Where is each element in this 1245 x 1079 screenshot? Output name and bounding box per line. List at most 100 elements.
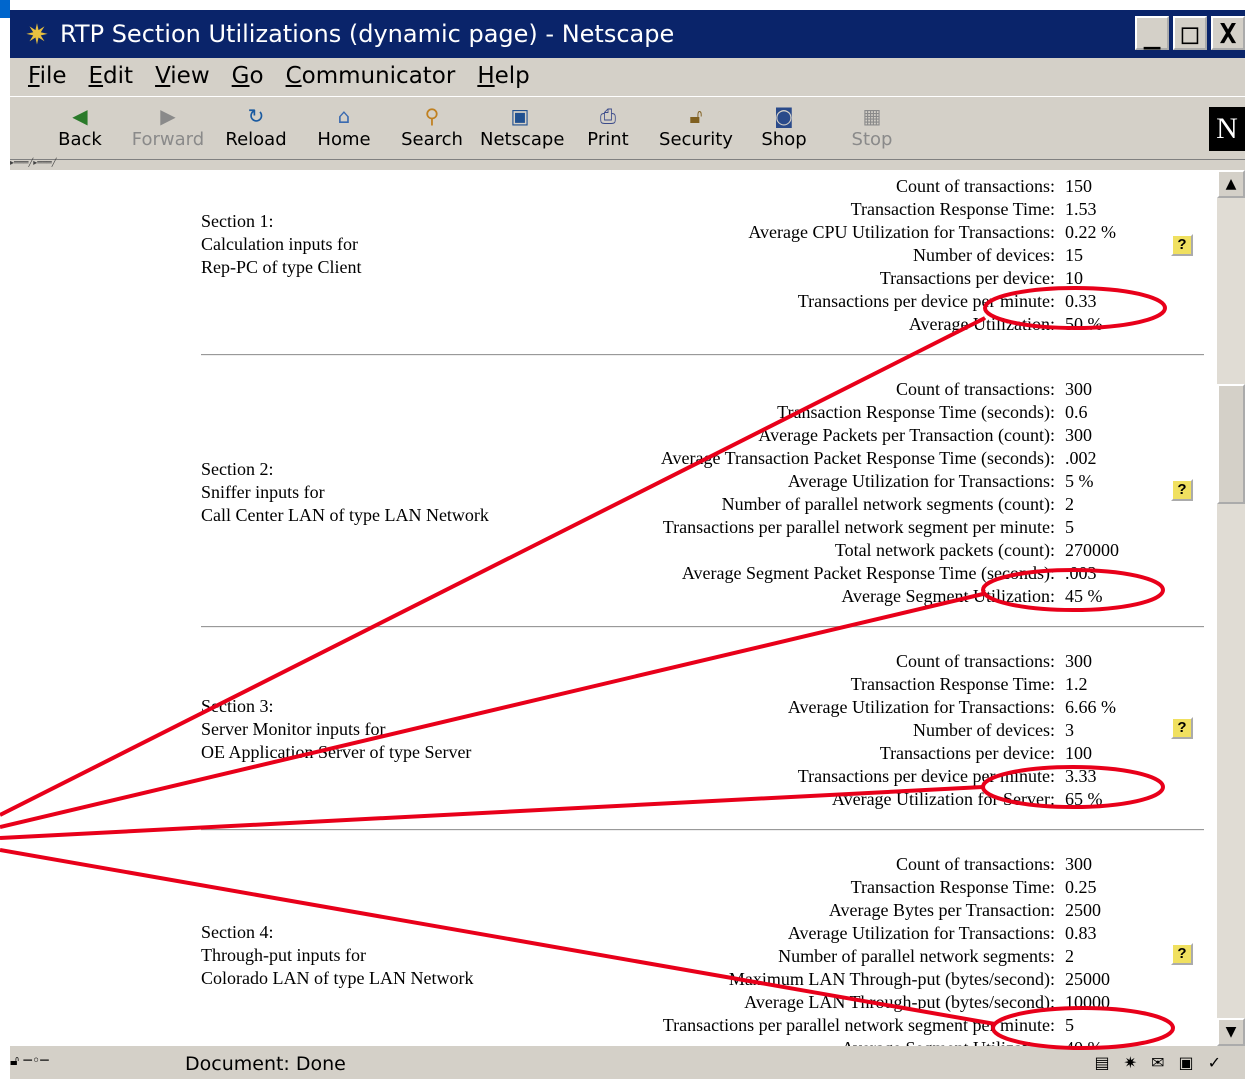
field-value: 300: [1065, 854, 1092, 874]
netscape-button[interactable]: ▣ Netscape: [480, 103, 564, 150]
back-arrow-icon: ◀: [72, 104, 88, 128]
field-label: Average Utilization for Transactions:: [787, 471, 1055, 491]
field-label: Number of parallel network segments:: [778, 946, 1055, 966]
field-label: Maximum LAN Through-put (bytes/second):: [728, 969, 1055, 989]
field-label: Average Utilization for Transactions:: [787, 923, 1055, 943]
vertical-scrollbar[interactable]: ▲ ▼: [1217, 170, 1245, 1046]
status-text: Document: Done: [185, 1053, 346, 1075]
back-button[interactable]: ◀ Back: [40, 103, 120, 150]
search-button[interactable]: ⚲ Search: [392, 103, 472, 150]
field-label: Count of transactions:: [896, 854, 1055, 874]
field-value: 6.66 %: [1065, 697, 1116, 717]
minimize-button[interactable]: _: [1135, 16, 1169, 50]
home-icon: ⌂: [337, 104, 351, 128]
field-label: Transactions per device per minute:: [797, 291, 1055, 311]
field-label: Average Segment Utilization:: [841, 1037, 1055, 1046]
toolbar-collapse-tabs[interactable]: ▸═══╱▸═══╱: [10, 158, 110, 168]
field-label: Transactions per device per minute:: [797, 766, 1055, 786]
slide-corner-mark: [0, 0, 10, 18]
field-value: 50 %: [1065, 314, 1103, 334]
field-value: 40 %: [1065, 1037, 1103, 1046]
help-icon[interactable]: ?: [1171, 479, 1193, 501]
field-value: 5 %: [1065, 471, 1094, 491]
page-content: Section 1: Calculation inputs for Rep-PC o…: [10, 170, 1217, 1046]
field-value: 0.6: [1065, 402, 1088, 422]
section-divider: [201, 829, 1204, 831]
field-value: 0.83: [1065, 923, 1097, 943]
scroll-up-button[interactable]: ▲: [1217, 170, 1245, 198]
menu-go[interactable]: Go: [232, 63, 264, 89]
field-value: 2500: [1065, 900, 1101, 920]
menu-file[interactable]: File: [28, 63, 67, 89]
browser-window: ✷ RTP Section Utilizations (dynamic page…: [10, 10, 1245, 1079]
menu-view[interactable]: View: [155, 63, 210, 89]
component-bar-icons[interactable]: ▤✷✉▣✓: [1095, 1053, 1235, 1072]
maximize-button[interactable]: □: [1173, 16, 1207, 50]
stop-button[interactable]: ▦ Stop: [832, 103, 912, 150]
menu-bar: File Edit View Go Communicator Help: [10, 58, 1245, 94]
field-label: Count of transactions:: [896, 379, 1055, 399]
field-label: Transactions per parallel network segmen…: [662, 517, 1055, 537]
field-value: 300: [1065, 425, 1092, 445]
security-button[interactable]: 🔓︎ Security: [656, 103, 736, 150]
section-divider: [201, 354, 1204, 356]
stop-icon: ▦: [862, 104, 882, 128]
field-label: Number of parallel network segments (cou…: [721, 494, 1055, 514]
security-status-icon[interactable]: 🔓︎ ─◦─: [10, 1053, 80, 1077]
field-value: 10000: [1065, 992, 1110, 1012]
field-value: 3: [1065, 720, 1074, 740]
field-label: Total network packets (count):: [834, 540, 1055, 560]
field-label: Average Segment Utilization:: [841, 586, 1055, 606]
netscape-app-icon: ✷: [25, 17, 49, 51]
field-label: Average Packets per Transaction (count):: [758, 425, 1055, 445]
field-value: 2: [1065, 494, 1074, 514]
field-label: Average Transaction Packet Response Time…: [660, 448, 1055, 468]
field-label: Transaction Response Time:: [850, 674, 1055, 694]
menu-edit[interactable]: Edit: [89, 63, 134, 89]
home-button[interactable]: ⌂ Home: [304, 103, 384, 150]
field-value: 1.53: [1065, 199, 1097, 219]
field-label: Average Bytes per Transaction:: [828, 900, 1055, 920]
field-label: Average Segment Packet Response Time (se…: [681, 563, 1055, 583]
field-value: 0.22 %: [1065, 222, 1116, 242]
field-label: Count of transactions:: [896, 651, 1055, 671]
field-value: 0.25: [1065, 877, 1097, 897]
field-label: Number of devices:: [913, 720, 1055, 740]
field-label: Transactions per device:: [879, 268, 1055, 288]
padlock-icon: 🔓︎: [689, 104, 703, 128]
print-button[interactable]: ⎙ Print: [568, 103, 648, 150]
field-value: 300: [1065, 651, 1092, 671]
reload-button[interactable]: ↻ Reload: [216, 103, 296, 150]
field-value: 5: [1065, 1015, 1074, 1035]
field-value: 0.33: [1065, 291, 1097, 311]
search-icon: ⚲: [424, 104, 440, 128]
field-label: Transaction Response Time:: [850, 877, 1055, 897]
scroll-down-button[interactable]: ▼: [1217, 1018, 1245, 1046]
field-value: 1.2: [1065, 674, 1088, 694]
menu-help[interactable]: Help: [477, 63, 529, 89]
help-icon[interactable]: ?: [1171, 717, 1193, 739]
section-divider: [201, 626, 1204, 628]
scroll-thumb[interactable]: [1217, 384, 1245, 504]
help-icon[interactable]: ?: [1171, 234, 1193, 256]
field-value: .003: [1065, 563, 1097, 583]
menu-communicator[interactable]: Communicator: [286, 63, 456, 89]
field-label: Transactions per parallel network segmen…: [662, 1015, 1055, 1035]
field-label: Average Utilization for Server:: [831, 789, 1055, 809]
my-netscape-icon: ▣: [510, 104, 530, 128]
close-button[interactable]: X: [1211, 16, 1245, 50]
help-icon[interactable]: ?: [1171, 943, 1193, 965]
forward-arrow-icon: ▶: [160, 104, 176, 128]
reload-icon: ↻: [247, 104, 265, 128]
field-label: Transaction Response Time (seconds):: [777, 402, 1055, 422]
field-value: 300: [1065, 379, 1092, 399]
field-value: 2: [1065, 946, 1074, 966]
shop-button[interactable]: ◙ Shop: [744, 103, 824, 150]
title-bar: ✷ RTP Section Utilizations (dynamic page…: [10, 10, 1245, 58]
field-value: 10: [1065, 268, 1083, 288]
field-label: Number of devices:: [913, 245, 1055, 265]
window-title: RTP Section Utilizations (dynamic page) …: [60, 20, 675, 48]
forward-button[interactable]: ▶ Forward: [128, 103, 208, 150]
field-value: 150: [1065, 176, 1092, 196]
field-label: Average CPU Utilization for Transactions…: [748, 222, 1055, 242]
